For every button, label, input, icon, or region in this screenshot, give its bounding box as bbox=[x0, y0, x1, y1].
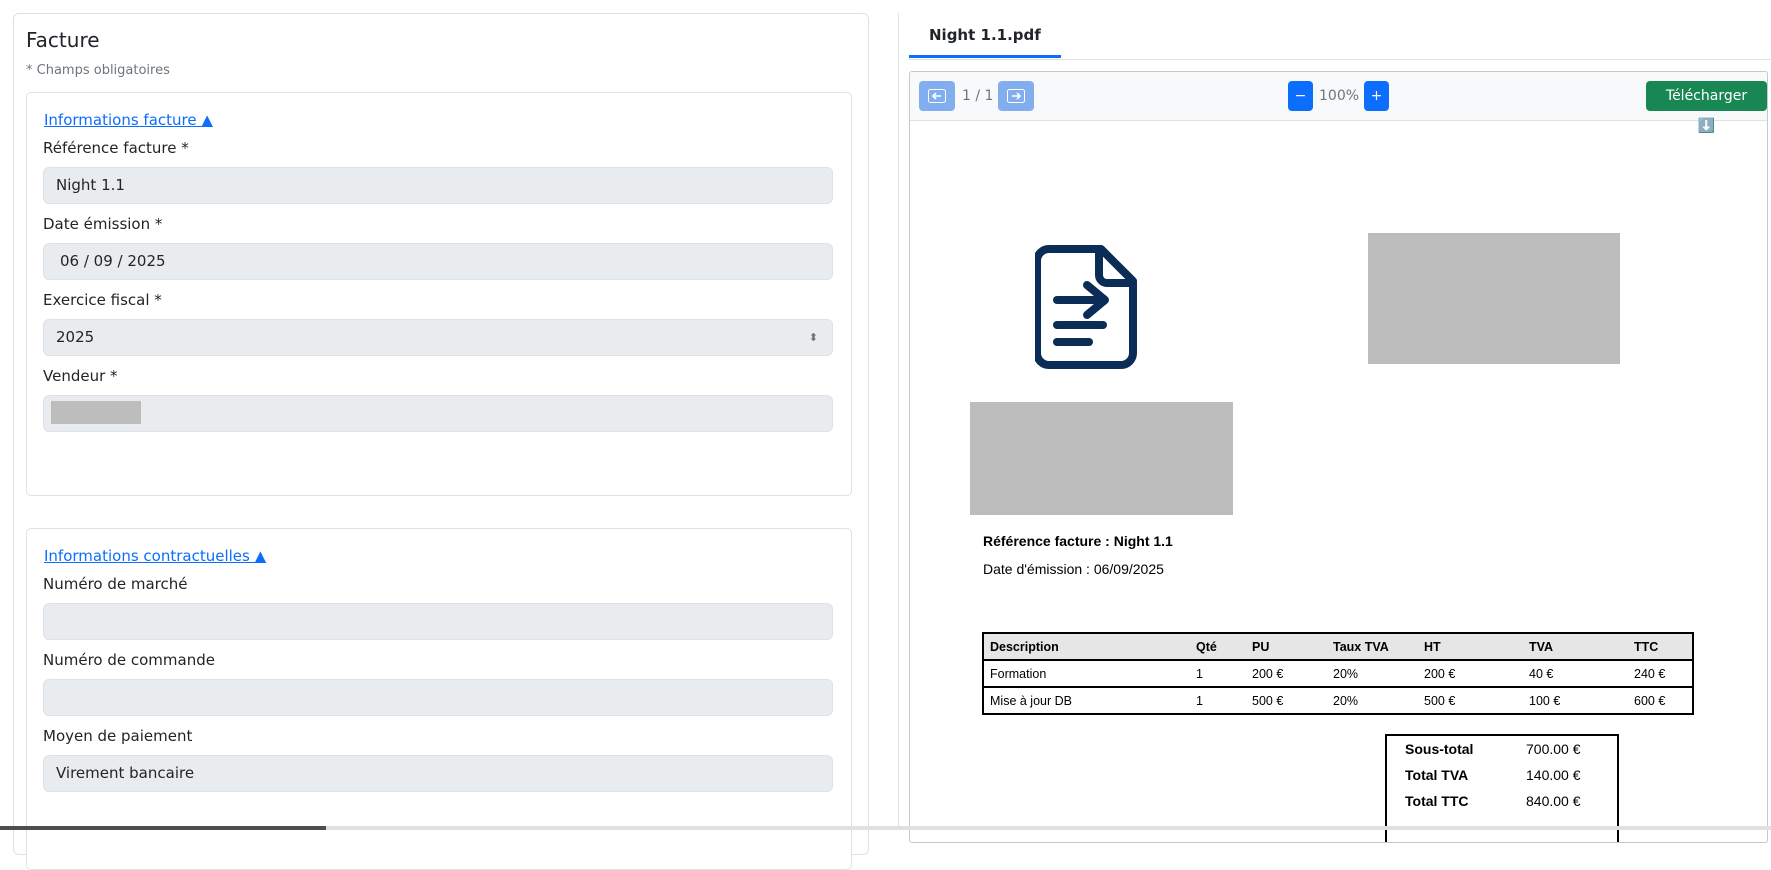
arrow-left-icon bbox=[928, 89, 946, 103]
table-cell: 500 € bbox=[1246, 686, 1327, 715]
table-cell: 200 € bbox=[1246, 659, 1327, 688]
table-header-row: Description Qté PU Taux TVA HT TVA TTC bbox=[982, 632, 1694, 661]
prev-page-button[interactable] bbox=[919, 81, 955, 111]
payment-method-label: Moyen de paiement bbox=[43, 727, 193, 745]
market-number-label: Numéro de marché bbox=[43, 575, 188, 593]
total-ttc-value: 840.00 € bbox=[1526, 793, 1581, 809]
table-cell: 500 € bbox=[1418, 686, 1523, 715]
col-ttc: TTC bbox=[1628, 632, 1694, 661]
download-button[interactable]: Télécharger ⬇️ bbox=[1646, 81, 1767, 134]
col-unit-price: PU bbox=[1246, 632, 1327, 661]
fiscal-year-select[interactable]: 2025 ⬍ bbox=[43, 319, 833, 356]
col-vat-rate: Taux TVA bbox=[1327, 632, 1418, 661]
arrow-right-icon bbox=[1007, 89, 1025, 103]
select-updown-icon: ⬍ bbox=[808, 331, 818, 344]
col-description: Description bbox=[982, 632, 1190, 661]
tab-underline bbox=[909, 59, 1771, 60]
seller-redacted bbox=[51, 401, 141, 424]
reference-label: Référence facture * bbox=[43, 139, 189, 157]
table-cell: 200 € bbox=[1418, 659, 1523, 688]
date-field[interactable]: 06 / 09 / 2025 bbox=[43, 243, 833, 280]
payment-method-field[interactable]: Virement bancaire bbox=[43, 755, 833, 792]
redacted-block-seller-address bbox=[1368, 233, 1620, 364]
contract-info-section: Informations contractuelles ▲ Numéro de … bbox=[26, 528, 852, 870]
seller-label: Vendeur * bbox=[43, 367, 118, 385]
required-fields-note: * Champs obligatoires bbox=[26, 63, 170, 78]
table-cell: 20% bbox=[1327, 686, 1418, 715]
fiscal-year-label: Exercice fiscal * bbox=[43, 291, 162, 309]
total-vat-row: Total TVA 140.00 € bbox=[1405, 767, 1605, 787]
order-number-field[interactable] bbox=[43, 679, 833, 716]
table-row: Mise à jour DB 1 500 € 20% 500 € 100 € 6… bbox=[982, 686, 1694, 715]
table-row: Formation 1 200 € 20% 200 € 40 € 240 € bbox=[982, 659, 1694, 688]
table-cell: 1 bbox=[1190, 659, 1246, 688]
zoom-level: 100% bbox=[1319, 88, 1360, 104]
table-cell: Formation bbox=[982, 659, 1190, 688]
page-indicator: 1 / 1 bbox=[962, 88, 994, 104]
reference-field[interactable]: Night 1.1 bbox=[43, 167, 833, 204]
zoom-out-button[interactable]: − bbox=[1288, 81, 1313, 111]
col-ht: HT bbox=[1418, 632, 1523, 661]
order-number-label: Numéro de commande bbox=[43, 651, 215, 669]
col-vat: TVA bbox=[1523, 632, 1628, 661]
table-cell: Mise à jour DB bbox=[982, 686, 1190, 715]
invoice-info-toggle[interactable]: Informations facture ▲ bbox=[44, 111, 213, 129]
doc-reference-line: Référence facture : Night 1.1 bbox=[983, 533, 1173, 549]
total-vat-value: 140.00 € bbox=[1526, 767, 1581, 783]
invoice-lines-table: Description Qté PU Taux TVA HT TVA TTC F… bbox=[982, 632, 1694, 715]
form-title: Facture bbox=[26, 28, 100, 52]
total-ttc-label: Total TTC bbox=[1405, 793, 1469, 809]
subtotal-row: Sous-total 700.00 € bbox=[1405, 741, 1605, 761]
date-label: Date émission * bbox=[43, 215, 163, 233]
seller-field[interactable] bbox=[43, 395, 833, 432]
panel-divider bbox=[898, 13, 899, 830]
horizontal-scrollbar-thumb[interactable] bbox=[0, 826, 326, 830]
market-number-field[interactable] bbox=[43, 603, 833, 640]
doc-date-line: Date d'émission : 06/09/2025 bbox=[983, 561, 1164, 577]
pdf-viewer: 1 / 1 − 100% + Télécharger ⬇️ Référence … bbox=[909, 71, 1768, 843]
contract-info-toggle[interactable]: Informations contractuelles ▲ bbox=[44, 547, 266, 565]
table-cell: 1 bbox=[1190, 686, 1246, 715]
tab-pdf-preview[interactable]: Night 1.1.pdf bbox=[909, 16, 1061, 58]
zoom-in-button[interactable]: + bbox=[1364, 81, 1389, 111]
invoice-info-section: Informations facture ▲ Référence facture… bbox=[26, 92, 852, 496]
file-import-icon bbox=[1035, 245, 1137, 369]
table-cell: 40 € bbox=[1523, 659, 1628, 688]
invoice-form-card: Facture * Champs obligatoires Informatio… bbox=[13, 13, 869, 870]
subtotal-value: 700.00 € bbox=[1526, 741, 1581, 757]
table-cell: 240 € bbox=[1628, 659, 1694, 688]
table-cell: 600 € bbox=[1628, 686, 1694, 715]
total-vat-label: Total TVA bbox=[1405, 767, 1469, 783]
redacted-block-buyer-address bbox=[970, 402, 1233, 515]
table-cell: 100 € bbox=[1523, 686, 1628, 715]
fiscal-year-value: 2025 bbox=[56, 328, 95, 346]
next-page-button[interactable] bbox=[998, 81, 1034, 111]
table-cell: 20% bbox=[1327, 659, 1418, 688]
total-ttc-row: Total TTC 840.00 € bbox=[1405, 793, 1605, 813]
pdf-toolbar: 1 / 1 − 100% + Télécharger ⬇️ bbox=[910, 72, 1767, 134]
subtotal-label: Sous-total bbox=[1405, 741, 1474, 757]
col-qty: Qté bbox=[1190, 632, 1246, 661]
